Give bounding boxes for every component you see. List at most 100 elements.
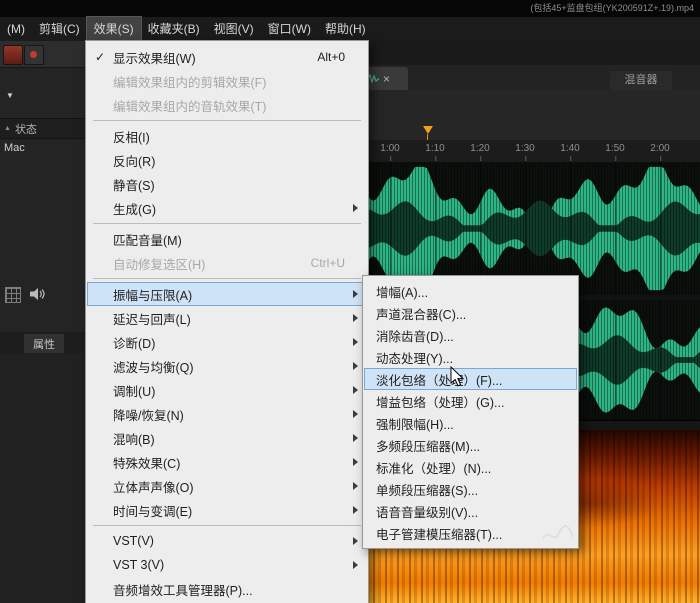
menu-item[interactable]: 特殊效果(C) [87, 450, 367, 474]
menu-item[interactable]: 静音(S) [87, 172, 367, 196]
menu-item-label: 增益包络（处理）(G)... [376, 392, 504, 411]
menu-item-label: 反向(R) [113, 151, 155, 170]
record-icon[interactable] [24, 45, 44, 65]
amplitude-submenu: 增幅(A)... 声道混合器(C)...消除齿音(D)...动态处理(Y)...淡… [362, 275, 579, 549]
menu-item: 自动修复选区(H)Ctrl+U [87, 251, 367, 275]
waveform-file-icon [368, 74, 379, 83]
menu-item-label: 诊断(D) [113, 333, 155, 352]
menubar-item[interactable]: 剪辑(C) [32, 17, 87, 41]
submenu-arrow-icon [353, 338, 358, 346]
menu-item[interactable]: 匹配音量(M) [87, 227, 367, 251]
menu-item-label: 强制限幅(H)... [376, 414, 454, 433]
timeline-tick: 1:50 [605, 143, 624, 154]
menu-item-label: 音频增效工具管理器(P)... [113, 580, 253, 599]
timeline-tick: 1:00 [380, 143, 399, 154]
status-header-label: 状态 [15, 121, 37, 137]
menu-item[interactable]: 诊断(D) [87, 330, 367, 354]
menu-item-label: VST(V) [113, 534, 154, 548]
menu-item[interactable]: 多频段压缩器(M)... [364, 434, 577, 456]
menu-item[interactable]: 反相(I) [87, 124, 367, 148]
menu-item-label: 多频段压缩器(M)... [376, 436, 480, 455]
tab-mixer[interactable]: 混音器 [610, 71, 672, 90]
menu-item[interactable]: 反向(R) [87, 148, 367, 172]
menu-item[interactable]: 延迟与回声(L) [87, 306, 367, 330]
menu-item: 编辑效果组内的音轨效果(T) [87, 93, 367, 117]
menu-item-label: 编辑效果组内的音轨效果(T) [113, 96, 266, 115]
menu-item[interactable]: 增幅(A)... [364, 280, 577, 302]
workspace-icon[interactable] [3, 45, 23, 65]
annotation-squiggle [540, 522, 576, 550]
menu-item-label: VST 3(V) [113, 558, 164, 572]
menu-item[interactable]: 消除齿音(D)... [364, 324, 577, 346]
menu-item-label: 静音(S) [113, 175, 155, 194]
speaker-icon[interactable] [30, 287, 46, 301]
files-status-header[interactable]: ▲ 状态 [0, 118, 89, 139]
grid-view-icon[interactable] [5, 287, 21, 303]
menu-item[interactable]: 标准化（处理）(N)... [364, 456, 577, 478]
menu-item[interactable]: 声道混合器(C)... [364, 302, 577, 324]
menu-item-label: 时间与变调(E) [113, 501, 192, 520]
menu-item-label: 声道混合器(C)... [376, 304, 466, 323]
left-tabs-bar: 属性 [0, 332, 85, 354]
menubar-item[interactable]: 视图(V) [207, 17, 261, 41]
menubar-item[interactable]: 帮助(H) [318, 17, 373, 41]
panel-dropdown-icon[interactable]: ▼ [6, 91, 14, 100]
effects-menu: ✓显示效果组(W)Alt+0 编辑效果组内的剪辑效果(F) 编辑效果组内的音轨效果(… [85, 40, 369, 603]
menu-item-label: 滤波与均衡(Q) [113, 357, 194, 376]
playhead-caret[interactable] [423, 126, 433, 134]
menu-item-label: 振幅与压限(A) [113, 285, 192, 304]
left-panel: ▼ ▲ 状态 Mac 属性 [0, 41, 86, 603]
menu-item[interactable]: 降噪/恢复(N) [87, 402, 367, 426]
app-root: (包括45+监盘包组(YK200591Z+.19).mp4 (M)剪辑(C)效果… [0, 0, 700, 603]
menu-item[interactable]: VST 3(V) [87, 553, 367, 577]
watermark-text: (包括45+监盘包组(YK200591Z+.19).mp4 [530, 0, 694, 17]
menu-item[interactable]: 生成(G) [87, 196, 367, 220]
menu-item[interactable]: 语音音量级别(V)... [364, 500, 577, 522]
menu-item-label: 匹配音量(M) [113, 230, 182, 249]
menu-item[interactable]: 音频增效工具管理器(P)... [87, 577, 367, 601]
menu-item: 编辑效果组内的剪辑效果(F) [87, 69, 367, 93]
titlebar: (包括45+监盘包组(YK200591Z+.19).mp4 [0, 0, 700, 17]
menu-item[interactable]: 振幅与压限(A) [87, 282, 367, 306]
tab-properties[interactable]: 属性 [24, 334, 64, 354]
menu-item[interactable]: VST(V) [87, 529, 367, 553]
menu-item[interactable]: 增益包络（处理）(G)... [364, 390, 577, 412]
submenu-arrow-icon [353, 561, 358, 569]
menu-item[interactable]: 单频段压缩器(S)... [364, 478, 577, 500]
menu-item[interactable]: 时间与变调(E) [87, 498, 367, 522]
editor-file-tab[interactable]: × [363, 67, 408, 90]
menu-item[interactable]: ✓显示效果组(W)Alt+0 [87, 45, 367, 69]
menu-separator [93, 120, 361, 121]
menubar-item[interactable]: 效果(S) [87, 17, 141, 41]
submenu-arrow-icon [353, 386, 358, 394]
close-icon[interactable]: × [383, 73, 390, 85]
timeline-tick: 1:20 [470, 143, 489, 154]
menu-item-label: 降噪/恢复(N) [113, 405, 184, 424]
menu-item[interactable]: 淡化包络（处理）(F)... [364, 368, 577, 390]
timeline-tick: 1:30 [515, 143, 534, 154]
menu-item[interactable]: 强制限幅(H)... [364, 412, 577, 434]
file-list-item[interactable]: Mac [0, 139, 89, 157]
menu-item[interactable]: 立体声声像(O) [87, 474, 367, 498]
menu-separator [93, 223, 361, 224]
menu-item-label: 生成(G) [113, 199, 156, 218]
menubar-item[interactable]: 窗口(W) [261, 17, 318, 41]
menu-item-label: 延迟与回声(L) [113, 309, 191, 328]
check-icon: ✓ [87, 50, 113, 64]
menu-item[interactable]: 混响(B) [87, 426, 367, 450]
menu-item[interactable]: 滤波与均衡(Q) [87, 354, 367, 378]
menu-shortcut: Ctrl+U [311, 256, 345, 270]
menubar-item[interactable]: 收藏夹(B) [141, 17, 207, 41]
menu-item[interactable]: 调制(U) [87, 378, 367, 402]
timeline-tick: 1:40 [560, 143, 579, 154]
menu-item-label: 编辑效果组内的剪辑效果(F) [113, 72, 266, 91]
menu-item-label: 混响(B) [113, 429, 155, 448]
submenu-arrow-icon [353, 458, 358, 466]
submenu-arrow-icon [353, 362, 358, 370]
menu-item-label: 增幅(A)... [376, 282, 428, 301]
sort-icon: ▲ [4, 125, 11, 132]
menu-item[interactable]: 动态处理(Y)... [364, 346, 577, 368]
menubar-item[interactable]: (M) [0, 17, 32, 41]
menu-item-label: 显示效果组(W) [113, 48, 196, 67]
menu-item-label: 立体声声像(O) [113, 477, 194, 496]
